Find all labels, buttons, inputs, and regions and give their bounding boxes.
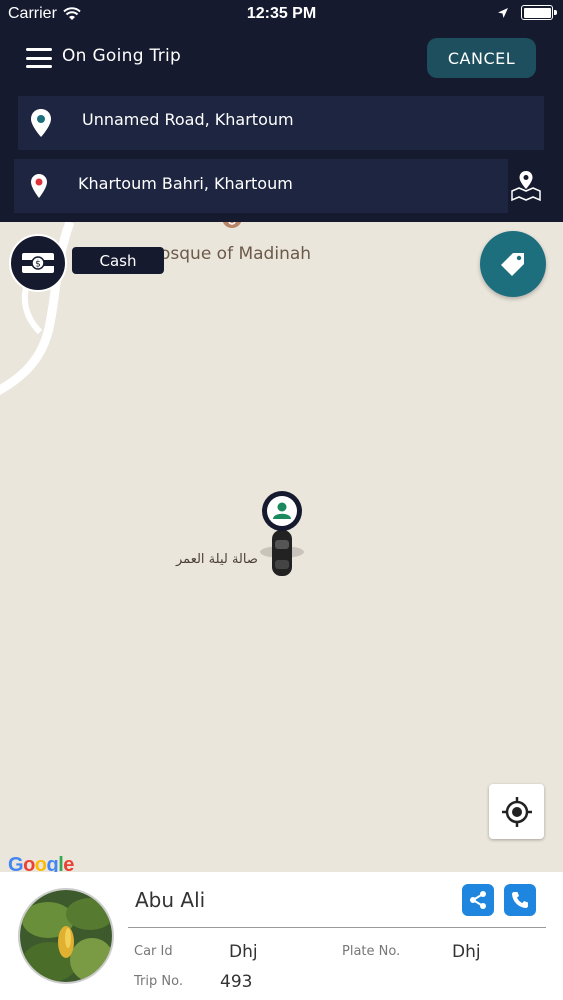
cancel-button[interactable]: CANCEL: [427, 38, 536, 78]
page-title: On Going Trip: [62, 46, 182, 66]
driver-photo: [20, 890, 112, 982]
share-button[interactable]: [462, 884, 494, 916]
car-id-label: Car Id: [134, 944, 173, 959]
location-arrow-icon: [498, 7, 508, 18]
poi-label: osque of Madinah: [160, 244, 312, 264]
call-button[interactable]: [504, 884, 536, 916]
trip-label: Trip No.: [134, 974, 183, 989]
header-panel: On Going Trip CANCEL Unnamed Road, Khart…: [0, 30, 563, 222]
dropoff-pin-icon: [31, 174, 47, 198]
map-pin-icon: [511, 171, 541, 202]
google-logo: Google: [8, 854, 74, 872]
crosshair-icon: [501, 796, 532, 827]
trip-value: 493: [220, 972, 253, 992]
cash-icon: $: [22, 253, 54, 273]
share-icon: [470, 891, 486, 909]
status-right: [497, 5, 557, 20]
map-view[interactable]: osque of Madinah صالة ليلة العمر Google: [0, 222, 563, 872]
status-time: 12:35 PM: [246, 5, 317, 22]
payment-label[interactable]: Cash: [72, 247, 164, 274]
plate-label: Plate No.: [342, 944, 401, 959]
arabic-place-label: صالة ليلة العمر: [176, 552, 258, 567]
car-id-value: Dhj: [229, 942, 258, 962]
poi-marker-icon: [222, 222, 242, 228]
dropoff-address: Khartoum Bahri, Khartoum: [78, 174, 293, 193]
phone-icon: [512, 892, 528, 908]
driver-name: Abu Ali: [135, 888, 206, 912]
status-bar: Carrier 12:35 PM: [0, 0, 563, 30]
menu-icon[interactable]: [26, 48, 52, 68]
dropoff-location-field[interactable]: Khartoum Bahri, Khartoum: [14, 159, 508, 213]
pickup-address: Unnamed Road, Khartoum: [82, 110, 294, 129]
plate-value: Dhj: [452, 942, 481, 962]
driver-panel: Abu Ali Car Id Dhj Plate No. Dhj Trip No…: [0, 872, 563, 1000]
my-location-button[interactable]: [489, 784, 544, 839]
car-marker-icon: [260, 491, 304, 576]
pickup-pin-icon: [31, 109, 51, 137]
divider: [128, 927, 546, 928]
tag-icon: [501, 253, 524, 276]
battery-icon: [521, 5, 557, 20]
driver-avatar: [18, 888, 114, 984]
map-picker-button[interactable]: [506, 166, 546, 206]
promo-button[interactable]: [480, 231, 546, 297]
payment-method-button[interactable]: $: [9, 234, 67, 292]
pickup-location-field[interactable]: Unnamed Road, Khartoum: [18, 96, 544, 150]
svg-text:$: $: [35, 260, 41, 270]
